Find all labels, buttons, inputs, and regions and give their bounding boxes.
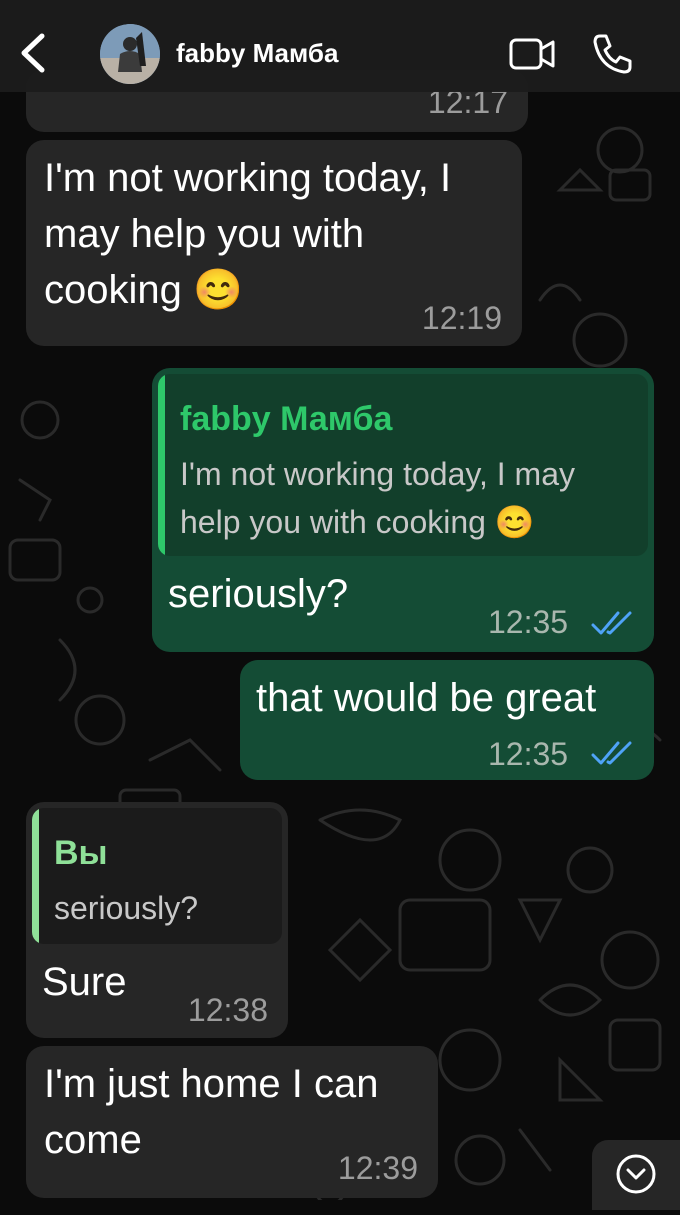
read-ticks-icon [591, 611, 632, 635]
message-bubble-incoming[interactable]: I'm not working today, I may help you wi… [26, 140, 522, 346]
message-text: that would be great [256, 676, 597, 720]
message-text-line: I'm just home I can [44, 1062, 379, 1106]
message-time: 12:19 [421, 300, 502, 336]
message-bubble-incoming[interactable]: Вы seriously? Sure 12:38 [26, 802, 288, 1038]
quote-text-line: help you with cooking 😊 [180, 504, 535, 540]
message-text: Sure [42, 960, 127, 1004]
avatar-photo [100, 24, 160, 84]
message-text-line: may help you with [44, 212, 365, 256]
reply-quote[interactable]: Вы seriously? [32, 808, 282, 944]
quote-sender-name: Вы [54, 834, 108, 872]
quote-text-line: I'm not working today, I may [180, 456, 575, 492]
chat-header: fabby Мамба [0, 0, 680, 92]
message-bubble-incoming[interactable]: I'm just home I can come 12:39 [26, 1046, 438, 1198]
contact-avatar[interactable] [100, 24, 160, 84]
message-text-line: I'm not working today, I [44, 156, 452, 200]
message-time: 12:35 [488, 736, 569, 772]
message-text-line: cooking 😊 [44, 268, 243, 312]
contact-name[interactable]: fabby Мамба [176, 38, 338, 69]
message-time: 12:39 [337, 1150, 418, 1186]
quote-bar [158, 374, 165, 556]
message-text: seriously? [168, 572, 349, 616]
video-camera-icon[interactable] [508, 34, 556, 74]
quote-bar [32, 808, 39, 944]
quote-text: seriously? [54, 890, 199, 926]
message-time: 12:35 [488, 604, 569, 640]
message-time: 12:38 [187, 992, 268, 1028]
message-bubble-outgoing[interactable]: that would be great 12:35 [240, 660, 654, 780]
back-chevron-icon[interactable] [14, 28, 54, 78]
quote-sender-name: fabby Мамба [180, 400, 393, 438]
read-ticks-icon [591, 741, 632, 765]
phone-icon[interactable] [590, 32, 634, 76]
message-bubble-outgoing[interactable]: fabby Мамба I'm not working today, I may… [152, 368, 654, 652]
reply-quote[interactable]: fabby Мамба I'm not working today, I may… [158, 374, 648, 556]
message-text-line: come [44, 1118, 142, 1162]
